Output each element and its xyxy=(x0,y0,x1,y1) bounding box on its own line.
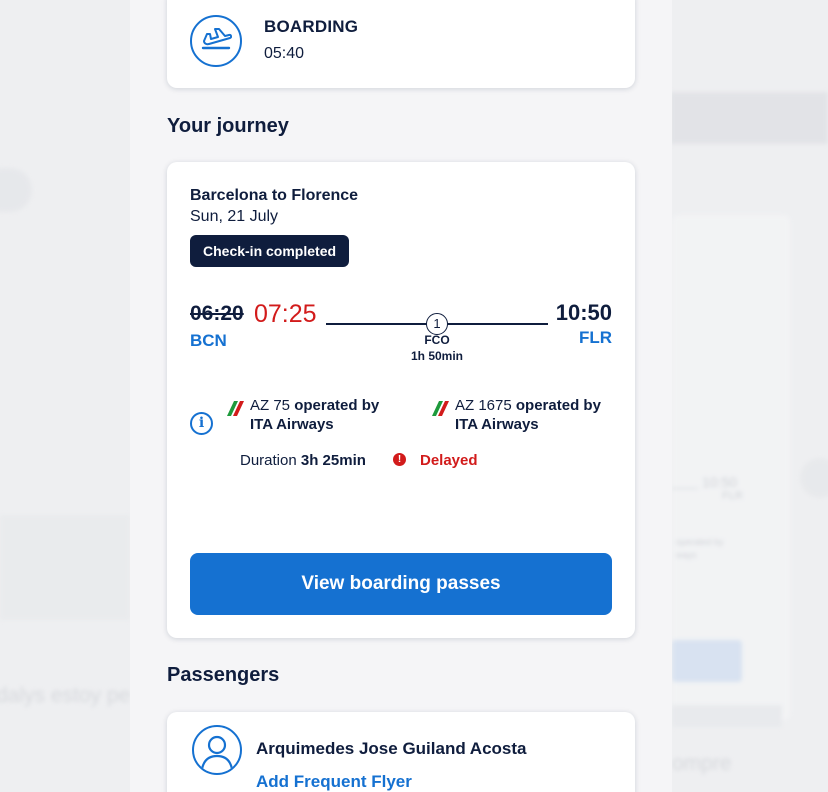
background-route-line xyxy=(672,488,698,489)
user-avatar-icon xyxy=(192,725,242,775)
scheduled-departure-time: 06:20 xyxy=(190,302,244,325)
boarding-card: BOARDING 05:40 xyxy=(167,0,635,88)
alert-icon: ! xyxy=(393,453,406,466)
total-duration: Duration 3h 25min xyxy=(240,452,366,469)
operated-by-label: operated by xyxy=(294,397,380,414)
carrier-name: ITA Airways xyxy=(455,416,539,433)
delay-status: Delayed xyxy=(420,452,478,469)
background-circle xyxy=(800,458,828,498)
stop-count-badge: 1 xyxy=(426,313,448,335)
journey-card: Barcelona to Florence Sun, 21 July Check… xyxy=(167,162,635,638)
ita-airways-logo-icon xyxy=(227,401,244,416)
background-text-left: dalys estoy pe xyxy=(0,684,131,707)
info-icon[interactable]: i xyxy=(190,412,213,435)
departure-airport-code: BCN xyxy=(190,331,227,350)
passenger-card: Arquimedes Jose Guiland Acosta Add Frequ… xyxy=(167,712,635,792)
background-pill xyxy=(0,168,32,212)
trip-detail-sheet: BOARDING 05:40 Your journey Barcelona to… xyxy=(130,0,672,792)
boarding-label: BOARDING xyxy=(264,17,359,36)
boarding-time: 05:40 xyxy=(264,45,305,62)
flight-number: AZ 75 xyxy=(250,397,291,414)
layover-duration: 1h 50min xyxy=(410,349,464,363)
flight-number: AZ 1675 xyxy=(455,397,512,414)
carrier-name: ITA Airways xyxy=(250,416,334,433)
arrival-time: 10:50 xyxy=(555,300,612,325)
flight-segment: AZ 1675 operated by ITA Airways xyxy=(429,396,619,434)
operated-by-label: operated by xyxy=(515,397,601,414)
passenger-name: Arquimedes Jose Guiland Acosta xyxy=(256,739,527,758)
flight-segment: AZ 75 operated by ITA Airways xyxy=(224,396,414,434)
background-button xyxy=(672,640,742,682)
background-text-right: ompre xyxy=(672,752,732,775)
view-boarding-passes-button[interactable]: View boarding passes xyxy=(190,553,612,615)
route-title: Barcelona to Florence xyxy=(190,187,359,204)
duration-value: 3h 25min xyxy=(300,452,366,469)
background-time: 10:50 xyxy=(702,474,738,490)
plane-departure-icon xyxy=(190,15,242,67)
background-left-block xyxy=(0,515,130,620)
journey-date: Sun, 21 July xyxy=(190,208,279,225)
background-strip xyxy=(672,705,782,727)
journey-section-title: Your journey xyxy=(167,115,289,137)
add-frequent-flyer-link[interactable]: Add Frequent Flyer xyxy=(256,772,412,792)
background-code: FLR xyxy=(722,490,743,502)
ita-airways-logo-icon xyxy=(432,401,449,416)
actual-departure-time: 07:25 xyxy=(254,300,317,328)
background-small-text: operated by ways xyxy=(676,537,724,560)
arrival-airport-code: FLR xyxy=(578,328,612,347)
checkin-status-badge: Check-in completed xyxy=(190,235,350,267)
passengers-section-title: Passengers xyxy=(167,664,280,686)
duration-label: Duration xyxy=(240,452,297,469)
background-header-band xyxy=(670,92,828,144)
stop-airport-code: FCO xyxy=(424,333,450,347)
